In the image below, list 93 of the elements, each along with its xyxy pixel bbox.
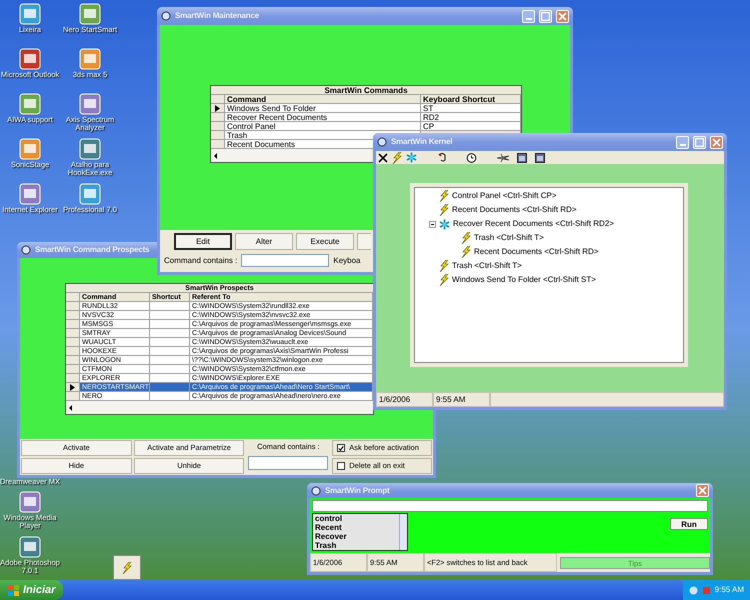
table-cell: CP — [421, 122, 521, 131]
maximize-button[interactable] — [539, 10, 552, 22]
lightning-icon — [461, 232, 471, 244]
command-button[interactable] — [357, 233, 371, 250]
app-icon — [78, 92, 102, 116]
app-icon — [18, 92, 42, 116]
maximize-icon — [695, 138, 704, 146]
filter-label: Keyboa — [333, 254, 361, 266]
app-icon — [18, 535, 42, 559]
window-title: SmartWin Command Prospects — [35, 244, 150, 256]
filter-label: Command contains : — [164, 254, 238, 266]
row-indicator[interactable] — [66, 383, 80, 392]
lightning-button[interactable] — [392, 152, 402, 164]
horizontal-scrollbar[interactable] — [211, 149, 371, 162]
command-button[interactable]: Alter — [235, 233, 293, 250]
snowflake-icon — [439, 218, 450, 230]
clock: 9:55 AM — [714, 584, 744, 596]
tree-item[interactable]: Control Panel <Ctrl-Shift CP> — [452, 190, 556, 202]
app-icon — [18, 137, 42, 161]
app-icon — [21, 245, 31, 255]
command-field[interactable] — [312, 500, 708, 512]
app-icon — [18, 490, 42, 514]
command-button[interactable]: Edit — [174, 233, 232, 250]
lightning-icon — [439, 260, 449, 272]
app-icon — [78, 47, 102, 71]
maximize-button[interactable] — [693, 136, 706, 148]
status-panel: 9:55 AM — [433, 392, 490, 407]
app-icon — [78, 2, 102, 26]
close-button[interactable] — [696, 484, 709, 497]
lightning-icon — [461, 246, 471, 258]
tree-item[interactable]: Recent Documents <Ctrl-Shift RD> — [452, 204, 576, 216]
clock-icon[interactable] — [466, 152, 477, 163]
close-icon — [698, 486, 707, 495]
checkbox[interactable] — [337, 444, 346, 452]
list-item[interactable]: Recent — [315, 523, 399, 532]
table-cell: Windows Send To Folder — [225, 104, 421, 113]
table-cell: ST — [421, 104, 521, 113]
filter-field[interactable] — [241, 254, 330, 267]
lightning-icon — [439, 190, 449, 202]
app-icon — [161, 11, 171, 21]
list-item[interactable]: Trash — [315, 541, 399, 550]
current-row-icon — [70, 384, 75, 390]
minimize-button[interactable] — [676, 136, 689, 148]
list-item[interactable]: control — [315, 514, 399, 523]
tree-item[interactable]: Recent Documents <Ctrl-Shift RD> — [474, 246, 598, 258]
snowflake-button[interactable] — [406, 152, 417, 163]
horizontal-scrollbar[interactable] — [66, 401, 373, 414]
grid-title: SmartWin Commands — [211, 86, 521, 95]
lightning-icon — [392, 152, 402, 164]
hook-icon[interactable] — [437, 152, 448, 163]
minimize-icon — [680, 144, 686, 146]
tree-item[interactable]: Windows Send To Folder <Ctrl-Shift ST> — [452, 274, 596, 286]
app-icon — [78, 182, 102, 206]
table-cell: Recover Recent Documents — [225, 113, 421, 122]
lightning-icon — [439, 274, 449, 286]
close-icon[interactable] — [378, 152, 388, 162]
expander-icon[interactable] — [429, 220, 436, 228]
vertical-scrollbar[interactable] — [399, 514, 407, 550]
tree-item[interactable]: Trash <Ctrl-Shift T> — [452, 260, 522, 272]
snowflake-icon — [406, 152, 417, 163]
app-icon — [18, 2, 42, 26]
close-icon — [558, 12, 567, 20]
window-title: SmartWin Prompt — [325, 484, 390, 496]
filter-field[interactable] — [248, 456, 328, 470]
app-icon — [78, 137, 102, 161]
window-title: SmartWin Maintenance — [175, 10, 259, 22]
app-icon — [377, 137, 387, 147]
shortcut-tile[interactable] — [113, 555, 141, 580]
plane-icon[interactable] — [497, 152, 509, 162]
status-panel: 1/6/2006 — [376, 392, 433, 407]
lightning-icon — [439, 204, 449, 216]
tree-item[interactable]: Recover Recent Documents <Ctrl-Shift RD2> — [453, 218, 614, 230]
logo-icon — [8, 584, 19, 596]
app-icon — [18, 47, 42, 71]
minimize-icon — [526, 18, 532, 20]
tree-item[interactable]: Trash <Ctrl-Shift T> — [474, 232, 544, 244]
table-cell: Control Panel — [225, 122, 421, 131]
list-item[interactable]: Recover — [315, 532, 399, 541]
close-icon — [712, 138, 721, 146]
checkbox[interactable] — [337, 462, 346, 470]
close-button[interactable] — [556, 10, 569, 22]
app-icon — [311, 486, 321, 496]
minimize-button[interactable] — [522, 10, 535, 22]
table-cell: RD2 — [421, 113, 521, 122]
app-icon — [18, 182, 42, 206]
close-button[interactable] — [710, 136, 723, 148]
suggestion-list[interactable]: control Recent Recover Trash — [312, 513, 408, 551]
current-row-icon — [215, 104, 220, 112]
lightning-icon — [122, 562, 132, 574]
run-button[interactable]: Run — [670, 518, 708, 530]
row-indicator[interactable] — [211, 104, 225, 113]
maximize-icon — [541, 12, 550, 20]
command-button[interactable]: Execute — [296, 233, 354, 250]
